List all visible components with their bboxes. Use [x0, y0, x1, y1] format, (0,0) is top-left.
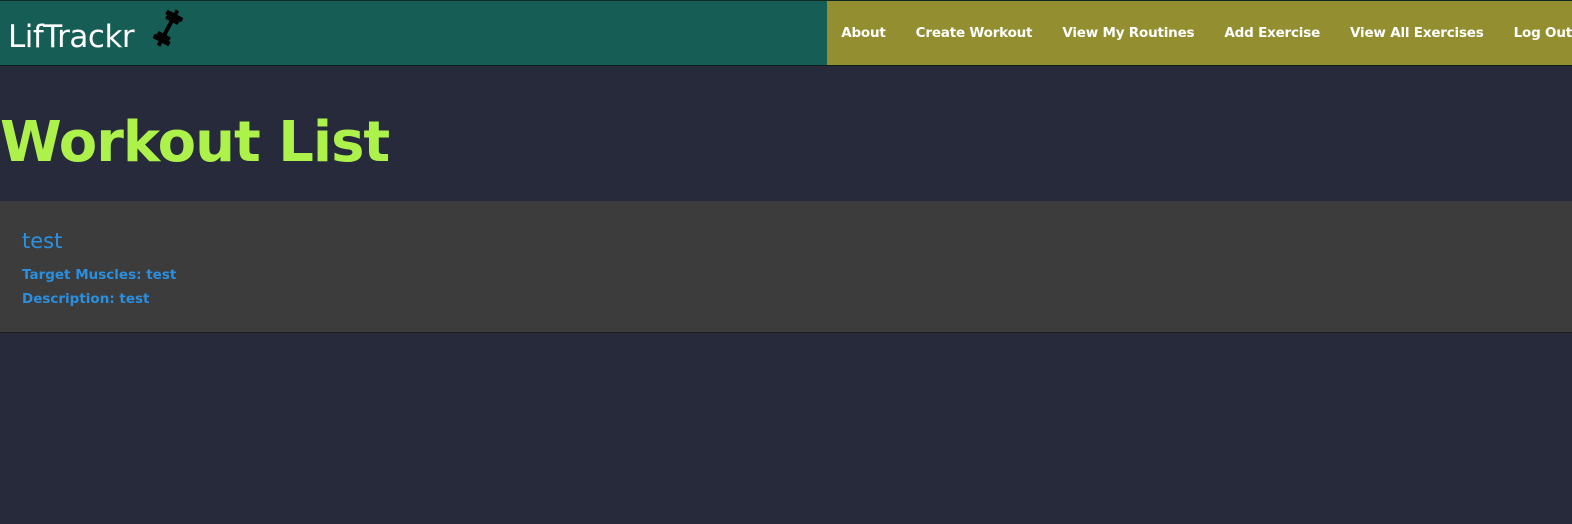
top-navbar: LifTrackr About Create Workout View My R…: [0, 0, 1572, 66]
workout-name[interactable]: test: [22, 229, 62, 253]
workout-description: Description: test: [22, 291, 150, 307]
brand-name[interactable]: LifTrackr: [8, 19, 135, 55]
dumbbell-icon: [152, 9, 184, 47]
brand-area: LifTrackr: [0, 1, 828, 65]
nav-add-exercise[interactable]: Add Exercise: [1224, 25, 1320, 41]
nav-view-all-exercises[interactable]: View All Exercises: [1350, 25, 1484, 41]
nav-menu: About Create Workout View My Routines Ad…: [827, 1, 1572, 65]
nav-about[interactable]: About: [841, 25, 886, 41]
nav-log-out[interactable]: Log Out: [1514, 25, 1572, 41]
page-title: Workout List: [0, 110, 390, 175]
nav-create-workout[interactable]: Create Workout: [916, 25, 1033, 41]
nav-view-my-routines[interactable]: View My Routines: [1062, 25, 1194, 41]
workout-card[interactable]: test Target Muscles: test Description: t…: [0, 201, 1572, 333]
workout-target-muscles: Target Muscles: test: [22, 267, 177, 283]
